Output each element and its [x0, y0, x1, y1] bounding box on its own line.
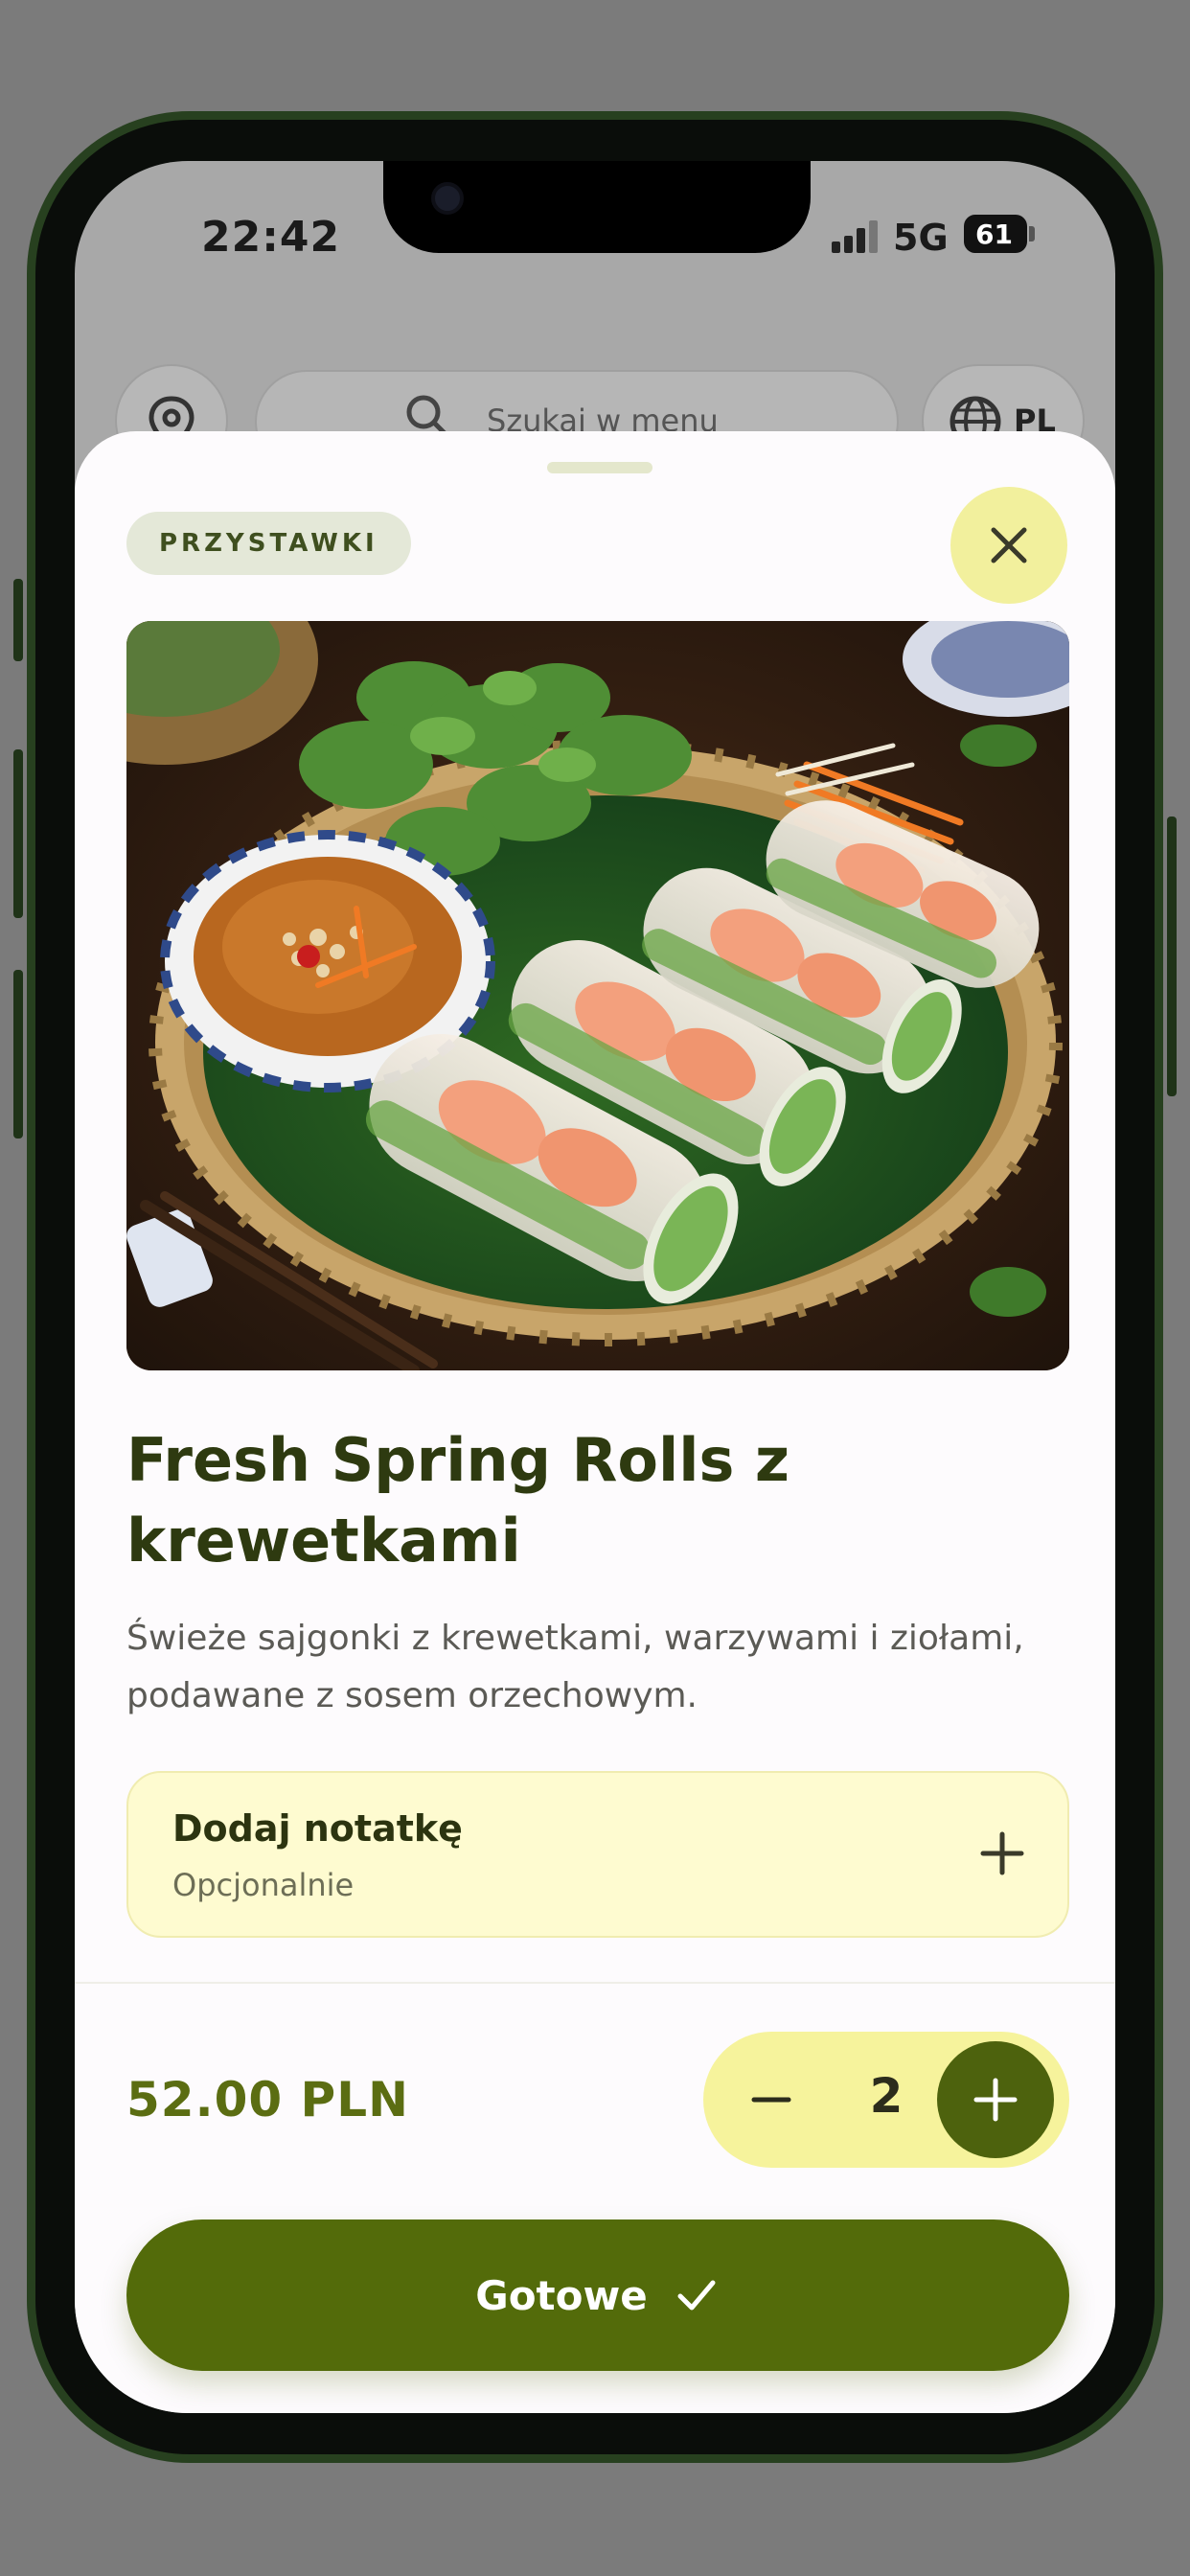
plus-icon: [973, 2078, 1018, 2122]
sheet-grabber[interactable]: [547, 462, 652, 473]
signal-strength-icon: [832, 218, 880, 253]
note-title: Dodaj notatkę: [172, 1807, 463, 1850]
power-button: [1167, 816, 1177, 1096]
category-badge: PRZYSTAWKI: [126, 512, 411, 575]
plus-icon: [980, 1831, 1024, 1875]
dish-title: Fresh Spring Rolls z krewetkami: [126, 1425, 790, 1576]
note-subtitle: Opcjonalnie: [172, 1867, 355, 1903]
increase-quantity-button[interactable]: [937, 2041, 1054, 2158]
status-time: 22:42: [201, 213, 341, 262]
decrease-quantity-button[interactable]: [730, 2058, 812, 2141]
spring-rolls-illustration: [126, 621, 1069, 1370]
close-button[interactable]: [950, 487, 1067, 604]
quantity-stepper: 2: [703, 2032, 1069, 2168]
dish-photo: [126, 621, 1069, 1370]
done-button-label: Gotowe: [475, 2271, 648, 2319]
close-icon: [991, 527, 1027, 564]
mute-switch: [13, 579, 23, 661]
minus-icon: [751, 2097, 791, 2103]
front-camera: [431, 182, 464, 215]
battery-level: 61: [975, 218, 1013, 250]
quantity-value: 2: [869, 2068, 904, 2124]
item-detail-sheet: PRZYSTAWKI Fresh Spring Rolls z krewetka…: [75, 431, 1115, 2413]
check-icon: [677, 2280, 716, 2311]
network-type: 5G: [893, 217, 949, 259]
phone-screen: 22:42 5G 61 Szukaj w menu PL PRZYSTAWKI …: [75, 161, 1115, 2413]
status-bar: 22:42 5G 61: [75, 161, 1115, 295]
battery-tip: [1029, 226, 1035, 242]
add-note-button[interactable]: Dodaj notatkę Opcjonalnie: [126, 1771, 1069, 1938]
item-price: 52.00 PLN: [126, 2072, 409, 2128]
volume-down-button: [13, 970, 23, 1138]
battery-icon: 61: [964, 215, 1027, 253]
volume-up-button: [13, 749, 23, 918]
done-button[interactable]: Gotowe: [126, 2220, 1069, 2371]
divider: [75, 1982, 1115, 1984]
dish-description: Świeże sajgonki z krewetkami, warzywami …: [126, 1619, 1024, 1715]
